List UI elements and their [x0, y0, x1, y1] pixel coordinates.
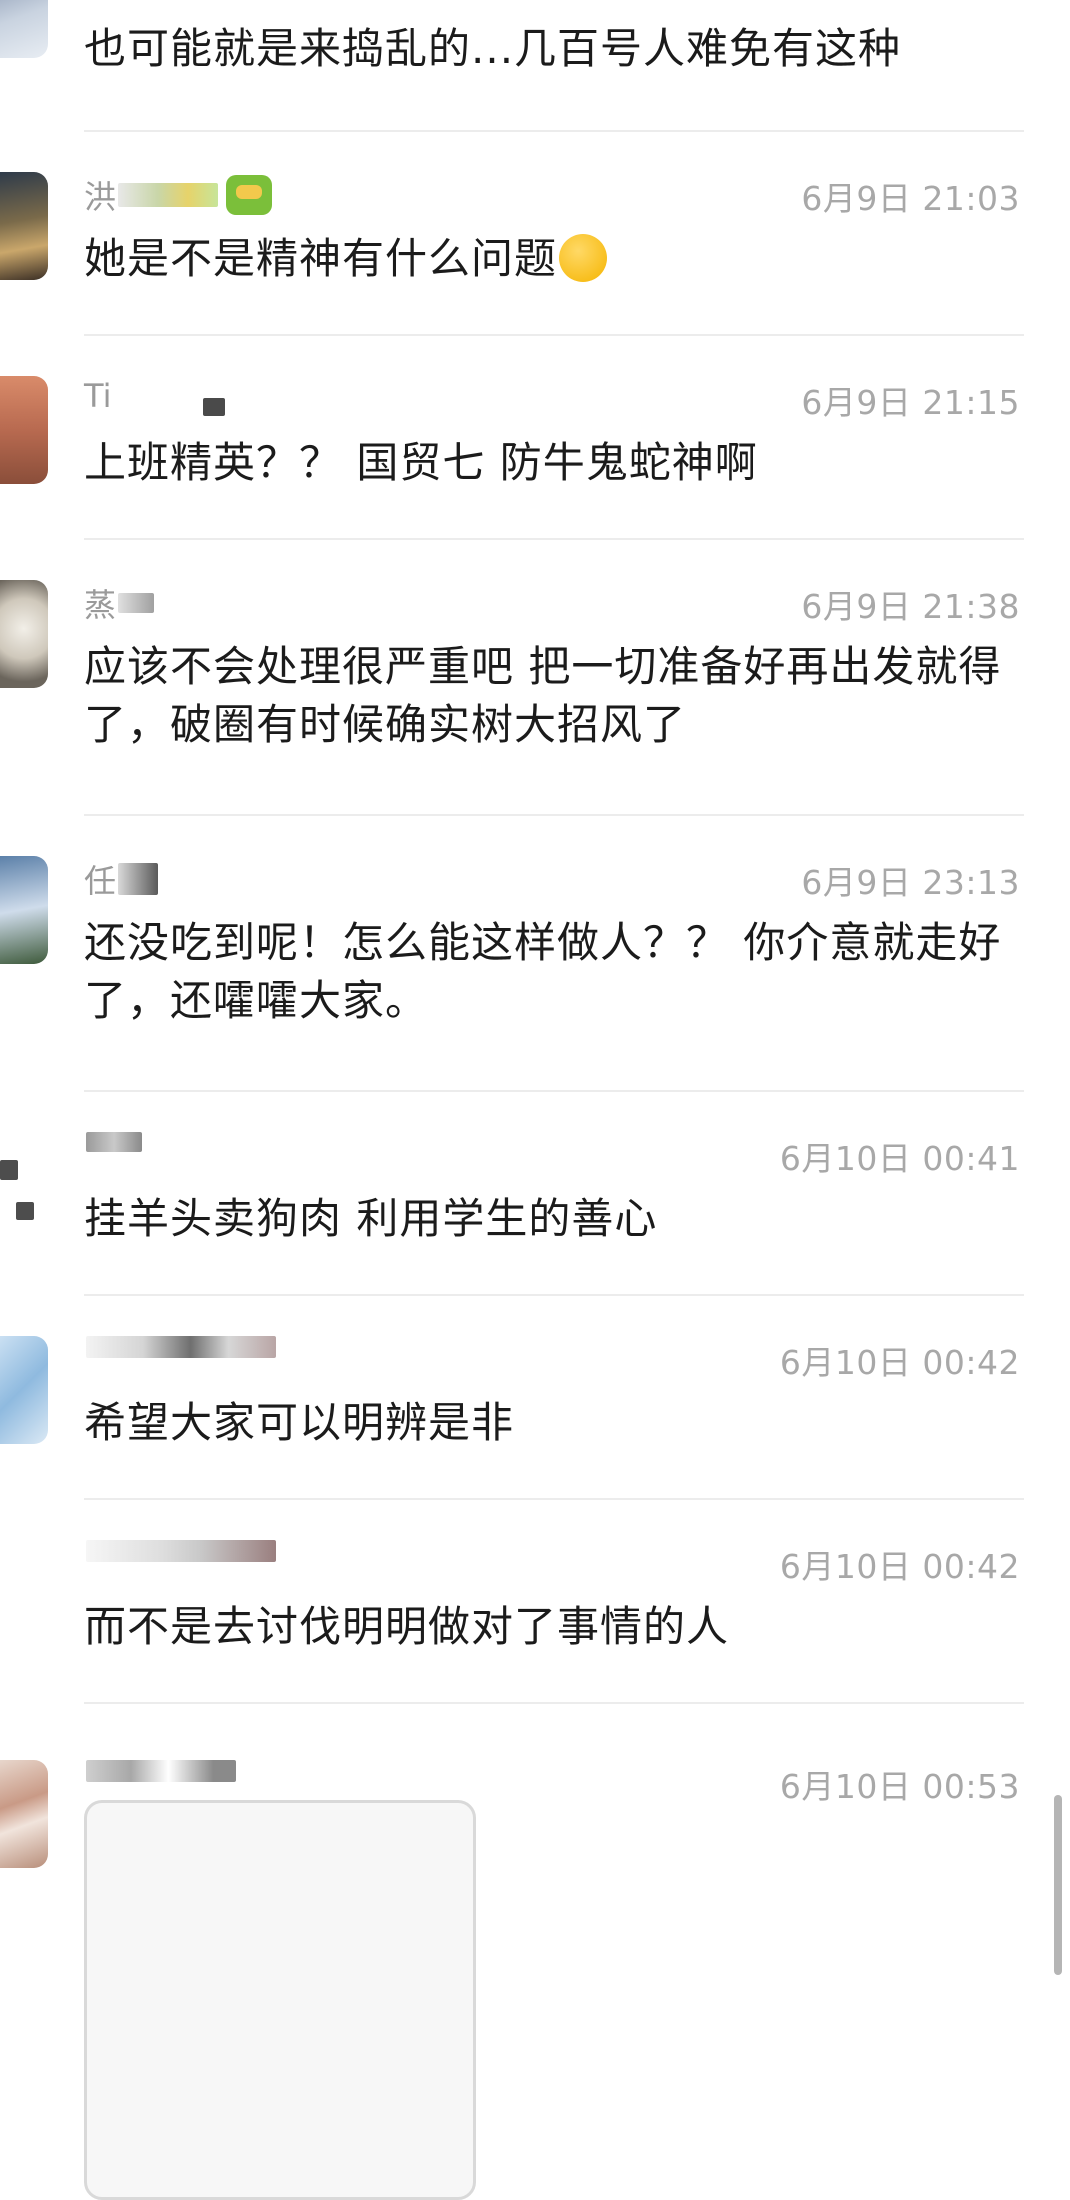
username[interactable]: 蒸 — [84, 580, 155, 626]
redacted-name — [118, 863, 159, 895]
comment-time: 6月9日 21:03 — [801, 179, 1020, 218]
redacted-name — [86, 1132, 142, 1152]
comment-text: 上班精英？？ 国贸七 防牛鬼蛇神啊 — [84, 438, 758, 487]
divider — [84, 814, 1024, 816]
comment-text-content: 她是不是精神有什么问题 — [84, 234, 558, 283]
redacted-name — [86, 1760, 236, 1782]
divider — [84, 1294, 1024, 1296]
avatar[interactable] — [0, 172, 48, 280]
redacted-name — [203, 398, 226, 416]
divider — [84, 1702, 1024, 1704]
redacted-avatar — [16, 1202, 34, 1220]
comment-image[interactable] — [84, 1800, 476, 2200]
avatar[interactable] — [0, 580, 48, 688]
dragon-badge-icon — [226, 175, 273, 215]
avatar[interactable] — [0, 0, 48, 58]
redacted-name — [86, 1540, 276, 1562]
comment-time: 6月9日 21:15 — [801, 383, 1020, 422]
comment-time: 6月9日 21:38 — [801, 587, 1020, 626]
comment-time: 6月10日 00:41 — [779, 1139, 1020, 1178]
avatar[interactable] — [0, 1132, 48, 1240]
username[interactable] — [84, 1336, 276, 1358]
comment-text: 她是不是精神有什么问题 — [84, 230, 1004, 288]
username[interactable] — [84, 1540, 276, 1562]
redacted-avatar — [0, 1160, 18, 1180]
username-text: 蒸 — [84, 586, 117, 624]
avatar[interactable] — [0, 1336, 48, 1444]
username-text: 任 — [84, 862, 117, 900]
avatar[interactable] — [0, 1760, 48, 1868]
comment-text: 希望大家可以明辨是非 — [84, 1398, 515, 1447]
username-text: Ti — [84, 377, 112, 415]
divider — [84, 1498, 1024, 1500]
comment-text: 应该不会处理很严重吧 把一切准备好再出发就得了，破圈有时候确实树大招风了 — [84, 642, 1002, 749]
avatar[interactable] — [0, 856, 48, 964]
avatar[interactable] — [0, 376, 48, 484]
username[interactable]: Ti — [84, 376, 226, 416]
username-text: 洪 — [84, 178, 117, 216]
crying-face-icon — [559, 233, 608, 282]
comment-text: 挂羊头卖狗肉 利用学生的善心 — [84, 1194, 658, 1243]
comment-time: 6月9日 23:13 — [801, 863, 1020, 902]
comment-time: 6月10日 00:53 — [779, 1767, 1020, 1806]
divider — [84, 334, 1024, 336]
redacted-name — [118, 183, 219, 207]
username[interactable] — [84, 1760, 236, 1782]
redacted-name — [86, 1336, 276, 1358]
username[interactable]: 洪 — [84, 172, 273, 218]
comment-text: 而不是去讨伐明明做对了事情的人 — [84, 1602, 730, 1651]
divider — [84, 130, 1024, 132]
comment-time: 6月10日 00:42 — [779, 1343, 1020, 1382]
comment-text: 还没吃到呢！怎么能这样做人？？ 你介意就走好了，还嚯嚯大家。 — [84, 918, 1002, 1025]
comment-text: 也可能就是来捣乱的...几百号人难免有这种 — [84, 24, 902, 73]
scrollbar[interactable] — [1054, 1795, 1062, 1975]
username[interactable]: 任 — [84, 856, 159, 902]
comment-time: 6月10日 00:42 — [779, 1547, 1020, 1586]
divider — [84, 538, 1024, 540]
username[interactable] — [84, 1132, 142, 1152]
redacted-name — [118, 593, 155, 613]
divider — [84, 1090, 1024, 1092]
